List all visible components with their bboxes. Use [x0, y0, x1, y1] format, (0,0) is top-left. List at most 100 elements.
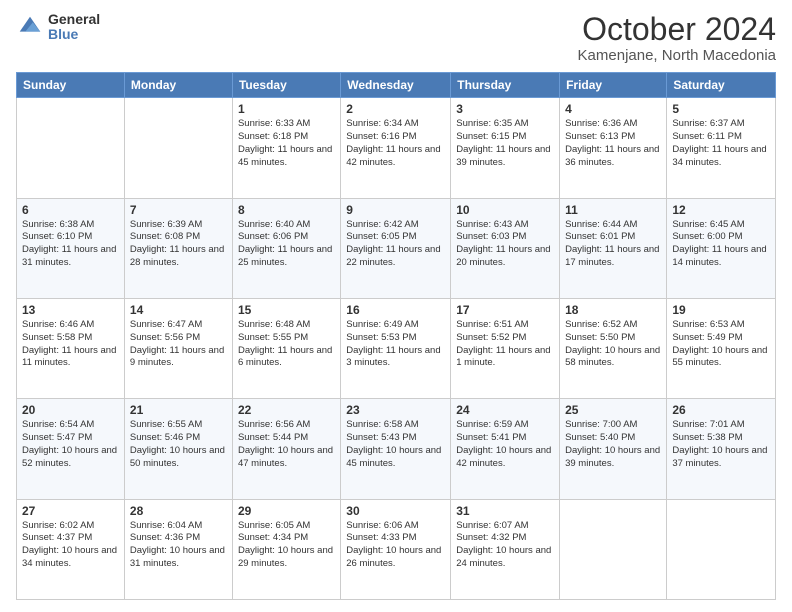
title-section: October 2024 Kamenjane, North Macedonia [578, 12, 776, 64]
day-number: 17 [456, 303, 554, 317]
col-saturday: Saturday [667, 73, 776, 98]
day-cell: 27 Sunrise: 6:02 AMSunset: 4:37 PMDayligh… [17, 499, 125, 599]
day-info: Sunrise: 6:36 AMSunset: 6:13 PMDaylight:… [565, 118, 661, 169]
day-info: Sunrise: 6:48 AMSunset: 5:55 PMDaylight:… [238, 319, 335, 370]
day-info: Sunrise: 6:04 AMSunset: 4:36 PMDaylight:… [130, 520, 227, 571]
location: Kamenjane, North Macedonia [578, 47, 776, 64]
day-cell: 18 Sunrise: 6:52 AMSunset: 5:50 PMDayligh… [560, 298, 667, 398]
logo-blue: Blue [48, 27, 100, 42]
day-cell [17, 98, 125, 198]
day-number: 23 [346, 403, 445, 417]
day-number: 15 [238, 303, 335, 317]
day-cell: 22Sunrise: 6:56 AMSunset: 5:44 PMDayligh… [232, 399, 340, 499]
week-row-4: 20 Sunrise: 6:54 AMSunset: 5:47 PMDayligh… [17, 399, 776, 499]
day-number: 5 [672, 102, 770, 116]
week-row-5: 27 Sunrise: 6:02 AMSunset: 4:37 PMDayligh… [17, 499, 776, 599]
day-cell: 17 Sunrise: 6:51 AMSunset: 5:52 PMDayligh… [451, 298, 560, 398]
col-monday: Monday [124, 73, 232, 98]
day-number: 2 [346, 102, 445, 116]
day-number: 12 [672, 203, 770, 217]
day-number: 19 [672, 303, 770, 317]
day-number: 16 [346, 303, 445, 317]
day-number: 7 [130, 203, 227, 217]
day-number: 10 [456, 203, 554, 217]
logo: General Blue [16, 12, 100, 43]
col-wednesday: Wednesday [341, 73, 451, 98]
day-info: Sunrise: 6:59 AMSunset: 5:41 PMDaylight:… [456, 419, 554, 470]
day-info: Sunrise: 6:42 AMSunset: 6:05 PMDaylight:… [346, 219, 445, 270]
day-cell: 25 Sunrise: 7:00 AMSunset: 5:40 PMDayligh… [560, 399, 667, 499]
day-number: 14 [130, 303, 227, 317]
day-info: Sunrise: 6:35 AMSunset: 6:15 PMDaylight:… [456, 118, 554, 169]
day-cell: 8 Sunrise: 6:40 AMSunset: 6:06 PMDaylight… [232, 198, 340, 298]
day-cell: 5 Sunrise: 6:37 AMSunset: 6:11 PMDaylight… [667, 98, 776, 198]
day-cell: 6 Sunrise: 6:38 AMSunset: 6:10 PMDaylight… [17, 198, 125, 298]
col-tuesday: Tuesday [232, 73, 340, 98]
day-number: 24 [456, 403, 554, 417]
day-info: Sunrise: 6:40 AMSunset: 6:06 PMDaylight:… [238, 219, 335, 270]
day-info: Sunrise: 6:51 AMSunset: 5:52 PMDaylight:… [456, 319, 554, 370]
day-cell: 16 Sunrise: 6:49 AMSunset: 5:53 PMDayligh… [341, 298, 451, 398]
day-number: 27 [22, 504, 119, 518]
day-number: 13 [22, 303, 119, 317]
day-cell: 23 Sunrise: 6:58 AMSunset: 5:43 PMDayligh… [341, 399, 451, 499]
day-number: 9 [346, 203, 445, 217]
day-cell: 12Sunrise: 6:45 AMSunset: 6:00 PMDayligh… [667, 198, 776, 298]
day-cell: 19 Sunrise: 6:53 AMSunset: 5:49 PMDayligh… [667, 298, 776, 398]
day-cell: 10 Sunrise: 6:43 AMSunset: 6:03 PMDayligh… [451, 198, 560, 298]
day-info: Sunrise: 6:33 AMSunset: 6:18 PMDaylight:… [238, 118, 335, 169]
day-cell: 9 Sunrise: 6:42 AMSunset: 6:05 PMDaylight… [341, 198, 451, 298]
day-cell: 11Sunrise: 6:44 AMSunset: 6:01 PMDayligh… [560, 198, 667, 298]
day-info: Sunrise: 6:37 AMSunset: 6:11 PMDaylight:… [672, 118, 770, 169]
day-info: Sunrise: 6:52 AMSunset: 5:50 PMDaylight:… [565, 319, 661, 370]
col-sunday: Sunday [17, 73, 125, 98]
day-number: 26 [672, 403, 770, 417]
day-info: Sunrise: 6:34 AMSunset: 6:16 PMDaylight:… [346, 118, 445, 169]
day-info: Sunrise: 6:38 AMSunset: 6:10 PMDaylight:… [22, 219, 119, 270]
day-number: 1 [238, 102, 335, 116]
day-number: 3 [456, 102, 554, 116]
day-info: Sunrise: 6:44 AMSunset: 6:01 PMDaylight:… [565, 219, 661, 270]
day-number: 8 [238, 203, 335, 217]
day-cell: 31Sunrise: 6:07 AMSunset: 4:32 PMDayligh… [451, 499, 560, 599]
day-number: 25 [565, 403, 661, 417]
day-info: Sunrise: 6:49 AMSunset: 5:53 PMDaylight:… [346, 319, 445, 370]
day-cell: 15 Sunrise: 6:48 AMSunset: 5:55 PMDayligh… [232, 298, 340, 398]
day-cell: 21Sunrise: 6:55 AMSunset: 5:46 PMDayligh… [124, 399, 232, 499]
day-number: 21 [130, 403, 227, 417]
day-cell: 13 Sunrise: 6:46 AMSunset: 5:58 PMDayligh… [17, 298, 125, 398]
day-number: 22 [238, 403, 335, 417]
day-info: Sunrise: 6:05 AMSunset: 4:34 PMDaylight:… [238, 520, 335, 571]
calendar-page: General Blue October 2024 Kamenjane, Nor… [0, 0, 792, 612]
day-cell [124, 98, 232, 198]
day-cell: 28Sunrise: 6:04 AMSunset: 4:36 PMDayligh… [124, 499, 232, 599]
day-number: 18 [565, 303, 661, 317]
day-cell [667, 499, 776, 599]
calendar-table: Sunday Monday Tuesday Wednesday Thursday… [16, 72, 776, 600]
day-cell: 14 Sunrise: 6:47 AMSunset: 5:56 PMDayligh… [124, 298, 232, 398]
day-cell [560, 499, 667, 599]
day-info: Sunrise: 6:43 AMSunset: 6:03 PMDaylight:… [456, 219, 554, 270]
day-cell: 20 Sunrise: 6:54 AMSunset: 5:47 PMDayligh… [17, 399, 125, 499]
week-row-3: 13 Sunrise: 6:46 AMSunset: 5:58 PMDayligh… [17, 298, 776, 398]
day-cell: 2 Sunrise: 6:34 AMSunset: 6:16 PMDaylight… [341, 98, 451, 198]
day-number: 6 [22, 203, 119, 217]
logo-general: General [48, 12, 100, 27]
col-friday: Friday [560, 73, 667, 98]
week-row-1: 1 Sunrise: 6:33 AMSunset: 6:18 PMDaylight… [17, 98, 776, 198]
day-number: 29 [238, 504, 335, 518]
day-info: Sunrise: 7:00 AMSunset: 5:40 PMDaylight:… [565, 419, 661, 470]
day-info: Sunrise: 6:47 AMSunset: 5:56 PMDaylight:… [130, 319, 227, 370]
day-info: Sunrise: 6:06 AMSunset: 4:33 PMDaylight:… [346, 520, 445, 571]
day-info: Sunrise: 6:54 AMSunset: 5:47 PMDaylight:… [22, 419, 119, 470]
day-number: 20 [22, 403, 119, 417]
day-info: Sunrise: 6:53 AMSunset: 5:49 PMDaylight:… [672, 319, 770, 370]
day-info: Sunrise: 6:58 AMSunset: 5:43 PMDaylight:… [346, 419, 445, 470]
day-info: Sunrise: 6:02 AMSunset: 4:37 PMDaylight:… [22, 520, 119, 571]
header: General Blue October 2024 Kamenjane, Nor… [16, 12, 776, 64]
logo-icon [16, 13, 44, 41]
day-cell: 24 Sunrise: 6:59 AMSunset: 5:41 PMDayligh… [451, 399, 560, 499]
day-info: Sunrise: 6:46 AMSunset: 5:58 PMDaylight:… [22, 319, 119, 370]
col-thursday: Thursday [451, 73, 560, 98]
logo-text: General Blue [48, 12, 100, 43]
